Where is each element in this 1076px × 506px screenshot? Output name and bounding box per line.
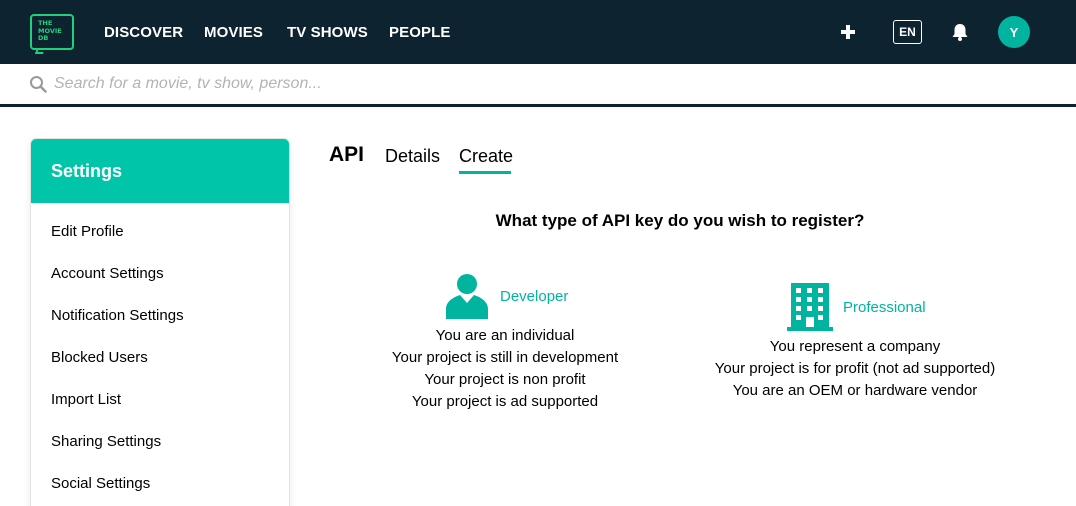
developer-line: You are an individual [435, 327, 575, 344]
logo-text: THE MOVIE DB [38, 19, 62, 42]
developer-line: Your project is ad supported [411, 393, 599, 410]
sidebar-item-social-settings[interactable]: Social Settings [51, 475, 150, 492]
professional-line: You represent a company [769, 338, 941, 355]
professional-option-title[interactable]: Professional [843, 299, 926, 316]
sidebar-title: Settings [31, 139, 289, 203]
search-divider [0, 104, 1076, 107]
nav-people[interactable]: PEOPLE [389, 0, 450, 64]
sidebar-item-import-list[interactable]: Import List [51, 391, 121, 408]
tab-create[interactable]: Create [459, 146, 513, 167]
bell-icon[interactable] [950, 22, 970, 42]
professional-line: You are an OEM or hardware vendor [732, 382, 978, 399]
sidebar-item-edit-profile[interactable]: Edit Profile [51, 223, 124, 240]
developer-line: Your project is still in development [391, 349, 619, 366]
developer-option-title[interactable]: Developer [500, 288, 568, 305]
tmdb-logo[interactable]: THE MOVIE DB [30, 14, 75, 54]
professional-option-description: You represent a company Your project is … [695, 336, 1015, 402]
logo-box: THE MOVIE DB [30, 14, 74, 50]
nav-discover[interactable]: DISCOVER [104, 0, 183, 64]
sidebar-item-account-settings[interactable]: Account Settings [51, 265, 164, 282]
language-button[interactable]: EN [893, 20, 922, 44]
professional-line: Your project is for profit (not ad suppo… [714, 360, 996, 377]
sidebar-item-blocked-users[interactable]: Blocked Users [51, 349, 148, 366]
avatar[interactable]: Y [998, 16, 1030, 48]
person-icon[interactable] [443, 273, 491, 319]
developer-option-description: You are an individual Your project is st… [375, 325, 635, 413]
tab-details[interactable]: Details [385, 146, 440, 167]
sidebar-item-notification-settings[interactable]: Notification Settings [51, 307, 184, 324]
top-navbar: THE MOVIE DB DISCOVER MOVIES TV SHOWS PEOP… [0, 0, 1076, 64]
tab-api[interactable]: API [329, 143, 364, 167]
search-icon [30, 76, 47, 93]
building-icon[interactable] [787, 283, 833, 331]
active-tab-indicator [459, 171, 511, 174]
nav-movies[interactable]: MOVIES [204, 0, 263, 64]
nav-tv-shows[interactable]: TV SHOWS [287, 0, 368, 64]
plus-icon[interactable] [839, 22, 857, 42]
developer-line: Your project is non profit [424, 371, 586, 388]
page-question: What type of API key do you wish to regi… [495, 211, 865, 230]
search-bar [0, 64, 1076, 104]
settings-sidebar: Settings Edit Profile Account Settings N… [30, 138, 290, 506]
sidebar-item-sharing-settings[interactable]: Sharing Settings [51, 433, 161, 450]
search-input[interactable] [54, 72, 754, 96]
